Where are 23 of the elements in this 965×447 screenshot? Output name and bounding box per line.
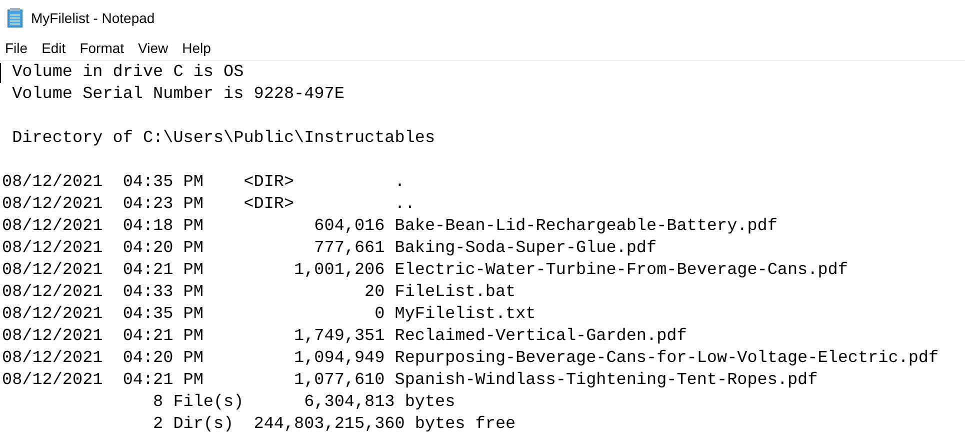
text-line: 08/12/2021 04:21 PM 1,077,610 Spanish-Windlass-Tightening-Tent-Ropes.pdf: [2, 371, 818, 390]
text-line: Directory of C:\Users\Public\Instructables: [11, 129, 436, 148]
menu-item[interactable]: Format: [74, 37, 130, 59]
text-line: 08/12/2021 04:21 PM 1,001,206 Electric-Water-Turbine-From-Beverage-Cans.pdf: [2, 261, 848, 280]
menu-item[interactable]: File: [0, 37, 34, 59]
text-line: Volume Serial Number is 9228-497E: [11, 85, 344, 104]
text-line: 08/12/2021 04:20 PM 1,094,949 Repurposing-Beverage-Cans-for-Low-Voltage-Electric.pdf: [2, 349, 939, 368]
text-line: 2 Dir(s) 244,803,215,360 bytes free: [152, 415, 516, 434]
notepad-icon: [7, 8, 23, 28]
text-line: 08/12/2021 04:18 PM 604,016 Bake-Bean-Lid-Rechargeable-Battery.pdf: [2, 217, 778, 236]
text-line: 08/12/2021 04:33 PM 20 FileList.bat: [2, 283, 516, 302]
text-line: 8 File(s) 6,304,813 bytes: [152, 393, 456, 412]
menu-item[interactable]: Help: [177, 37, 217, 59]
text-line: 08/12/2021 04:35 PM 0 MyFilelist.txt: [2, 305, 536, 324]
window-title: MyFilelist - Notepad: [31, 10, 155, 26]
text-line: Volume in drive C is OS: [11, 63, 244, 82]
menu-item[interactable]: View: [133, 37, 174, 59]
text-line: 08/12/2021 04:20 PM 777,661 Baking-Soda-Super-Glue.pdf: [2, 239, 657, 258]
text-line: 08/12/2021 04:21 PM 1,749,351 Reclaimed-Vertical-Garden.pdf: [2, 327, 687, 346]
text-cursor: [0, 63, 1, 83]
text-line: 08/12/2021 04:35 PM <DIR> .: [2, 173, 405, 192]
text-line: 08/12/2021 04:23 PM <DIR> ..: [2, 195, 415, 214]
menu-item[interactable]: Edit: [36, 37, 72, 59]
